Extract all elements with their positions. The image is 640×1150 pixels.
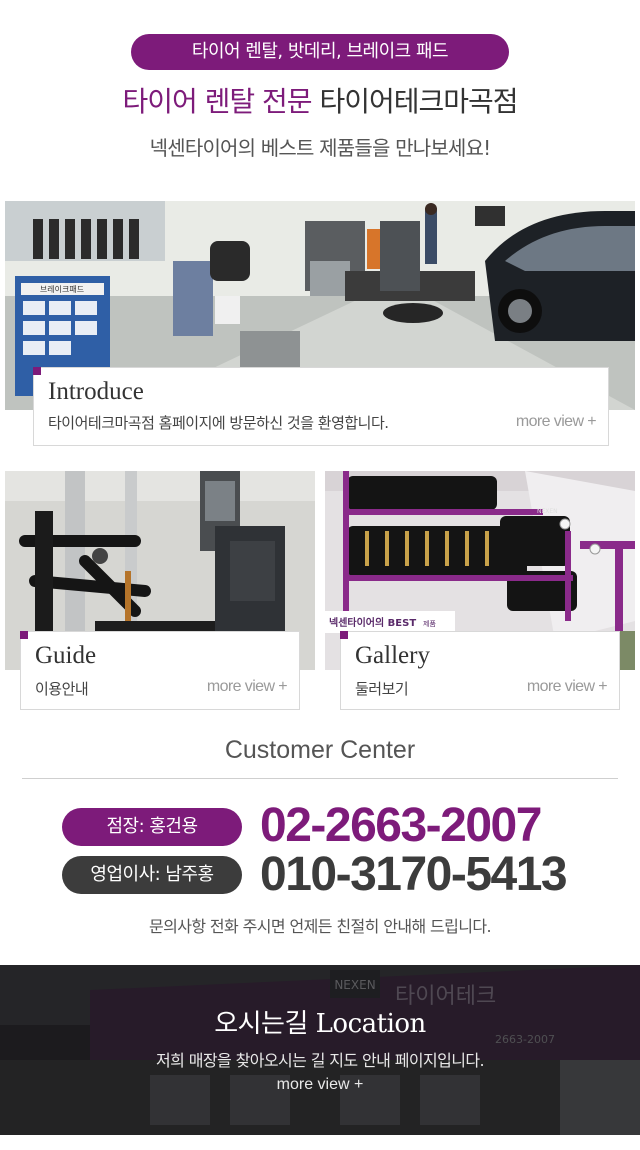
- headline-store-name: 타이어테크마곡점: [311, 85, 518, 118]
- guide-more-view-link[interactable]: more view +: [207, 678, 288, 696]
- location-banner[interactable]: NEXEN 타이어테크 2663-2007 오시는길 Location 저희 매…: [0, 965, 640, 1135]
- customer-center-note: 문의사항 전화 주시면 언제든 친절히 안내해 드립니다.: [148, 917, 492, 936]
- guide-card[interactable]: Guide 이용안내 more view +: [20, 631, 300, 710]
- sales-director-label: 영업이사: 남주홍: [62, 856, 242, 894]
- location-title: 오시는길 Location: [214, 1009, 426, 1039]
- gallery-card[interactable]: Gallery 둘러보기 more view +: [340, 631, 620, 710]
- rack-label-text: NEXEN: [537, 508, 558, 515]
- shelf-sign-text: 브레이크패드: [40, 284, 84, 294]
- gallery-more-view-link[interactable]: more view +: [527, 678, 608, 696]
- card-corner-accent: [33, 367, 41, 375]
- guide-description: 이용안내: [35, 680, 89, 698]
- card-corner-accent: [340, 631, 348, 639]
- introduce-more-view-link[interactable]: more view +: [516, 413, 597, 431]
- shop-sign-text: 넥센타이어의 BEST: [329, 616, 416, 629]
- store-manager-phone[interactable]: 02-2663-2007: [260, 800, 542, 852]
- location-more-view-link[interactable]: more view +: [0, 1076, 640, 1094]
- guide-title: Guide: [35, 642, 97, 669]
- store-manager-label: 점장: 홍건용: [62, 808, 242, 846]
- headline-accent: 타이어 렌탈 전문: [122, 85, 312, 118]
- sales-director-phone[interactable]: 010-3170-5413: [260, 849, 568, 901]
- introduce-title: Introduce: [48, 378, 144, 405]
- introduce-card[interactable]: Introduce 타이어테크마곡점 홈페이지에 방문하신 것을 환영합니다. …: [33, 367, 609, 446]
- services-pill: 타이어 렌탈, 밧데리, 브레이크 패드: [131, 34, 509, 70]
- page-headline: 타이어 렌탈 전문 타이어테크마곡점: [0, 80, 640, 124]
- introduce-description: 타이어테크마곡점 홈페이지에 방문하신 것을 환영합니다.: [48, 414, 389, 432]
- gallery-title: Gallery: [355, 642, 430, 669]
- card-corner-accent: [20, 631, 28, 639]
- page-subline: 넥센타이어의 베스트 제품들을 만나보세요!: [149, 136, 492, 160]
- location-description: 저희 매장을 찾아오시는 길 지도 안내 페이지입니다.: [156, 1051, 485, 1070]
- customer-center-divider: [22, 778, 618, 779]
- customer-center-title: Customer Center: [224, 736, 416, 764]
- gallery-description: 둘러보기: [355, 680, 409, 698]
- shop-sign-small-text: 제품: [423, 620, 436, 628]
